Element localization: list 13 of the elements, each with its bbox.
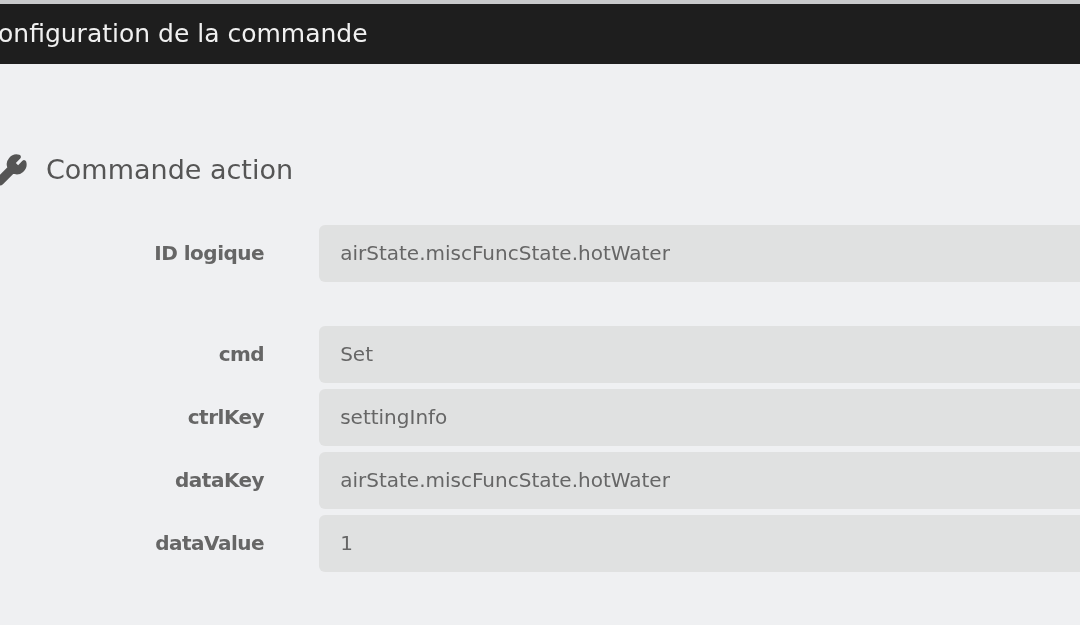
field-label: ctrlKey xyxy=(186,404,265,431)
text-field[interactable]: airState.miscFuncState.hotWater xyxy=(319,451,1080,509)
wrench-icon xyxy=(0,153,28,188)
section-title: Commande action xyxy=(46,153,294,187)
text-field[interactable]: 1 xyxy=(319,514,1080,572)
field-label: dataKey xyxy=(174,467,265,494)
text-field[interactable]: settingInfo xyxy=(319,388,1080,446)
text-field[interactable]: airState.miscFuncState.hotWater xyxy=(319,224,1080,282)
text-field[interactable]: Set xyxy=(319,325,1080,383)
field-label: ID logique xyxy=(153,240,265,267)
dialog-title: onfiguration de la commande xyxy=(0,18,368,51)
field-label: cmd xyxy=(217,341,265,368)
field-label: dataValue xyxy=(154,530,265,557)
